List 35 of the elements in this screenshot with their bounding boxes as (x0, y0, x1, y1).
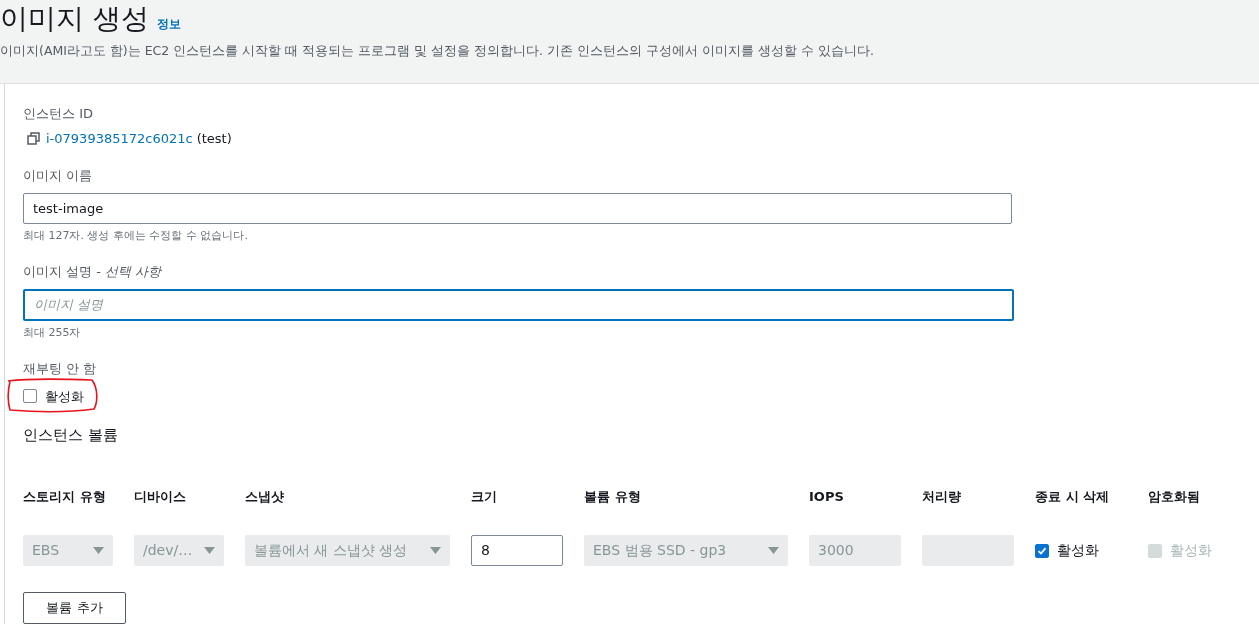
input-field[interactable]: 8 (471, 535, 563, 566)
dropdown-caret-icon (768, 546, 779, 555)
page-description: 이미지(AMI라고도 함)는 EC2 인스턴스를 시작할 때 적용되는 프로그램 및 설정을 정의합니다. 기존 인스턴스의 구성에서 이미지를 생성할 수 있습니다. (0, 42, 875, 60)
field-hint: 최대 255자 (23, 324, 82, 341)
field-label: 이미지 이름 (23, 167, 94, 185)
checkbox[interactable] (1035, 543, 1049, 558)
dropdown-caret-icon (93, 546, 104, 555)
dropdown-caret-icon (204, 546, 215, 555)
column-header: 스토리지 유형 (23, 487, 107, 506)
field-label: 인스턴스 ID (23, 105, 94, 123)
column-header: 디바이스 (134, 487, 187, 506)
page-title: 이미지 생성 (0, 2, 149, 36)
field-label: 재부팅 안 함 (23, 360, 97, 378)
checkbox-label: 활성화 (45, 387, 84, 406)
checkbox-label: 활성화 (1057, 541, 1099, 560)
column-header: 크기 (471, 487, 498, 506)
instance-name: (test) (196, 129, 232, 148)
instance-id-link[interactable]: i-07939385172c6021c (46, 128, 193, 148)
column-header: 암호화됨 (1148, 487, 1201, 506)
column-header: 볼륨 유형 (584, 487, 642, 506)
checkbox-label: 활성화 (1170, 541, 1212, 560)
image-name-field[interactable]: test-image (23, 192, 1012, 224)
field-label: 이미지 설명 - 선택 사항 (23, 263, 163, 281)
field-hint: 최대 127자. 생성 후에는 수정할 수 없습니다. (23, 227, 249, 244)
section-title: 인스턴스 볼륨 (23, 425, 119, 446)
column-header: 처리량 (922, 487, 962, 506)
column-header: 스냅샷 (245, 487, 285, 506)
checkbox[interactable] (23, 389, 37, 404)
add-volume-button[interactable]: 볼륨 추가 (23, 592, 126, 624)
copy-icon[interactable] (27, 131, 40, 145)
column-header: 종료 시 삭제 (1035, 487, 1111, 506)
dropdown-caret-icon (430, 546, 441, 555)
info-link[interactable]: 정보 (156, 15, 181, 33)
image-description-field[interactable]: 이미지 설명 (23, 288, 1014, 321)
column-header: IOPS (809, 487, 845, 506)
